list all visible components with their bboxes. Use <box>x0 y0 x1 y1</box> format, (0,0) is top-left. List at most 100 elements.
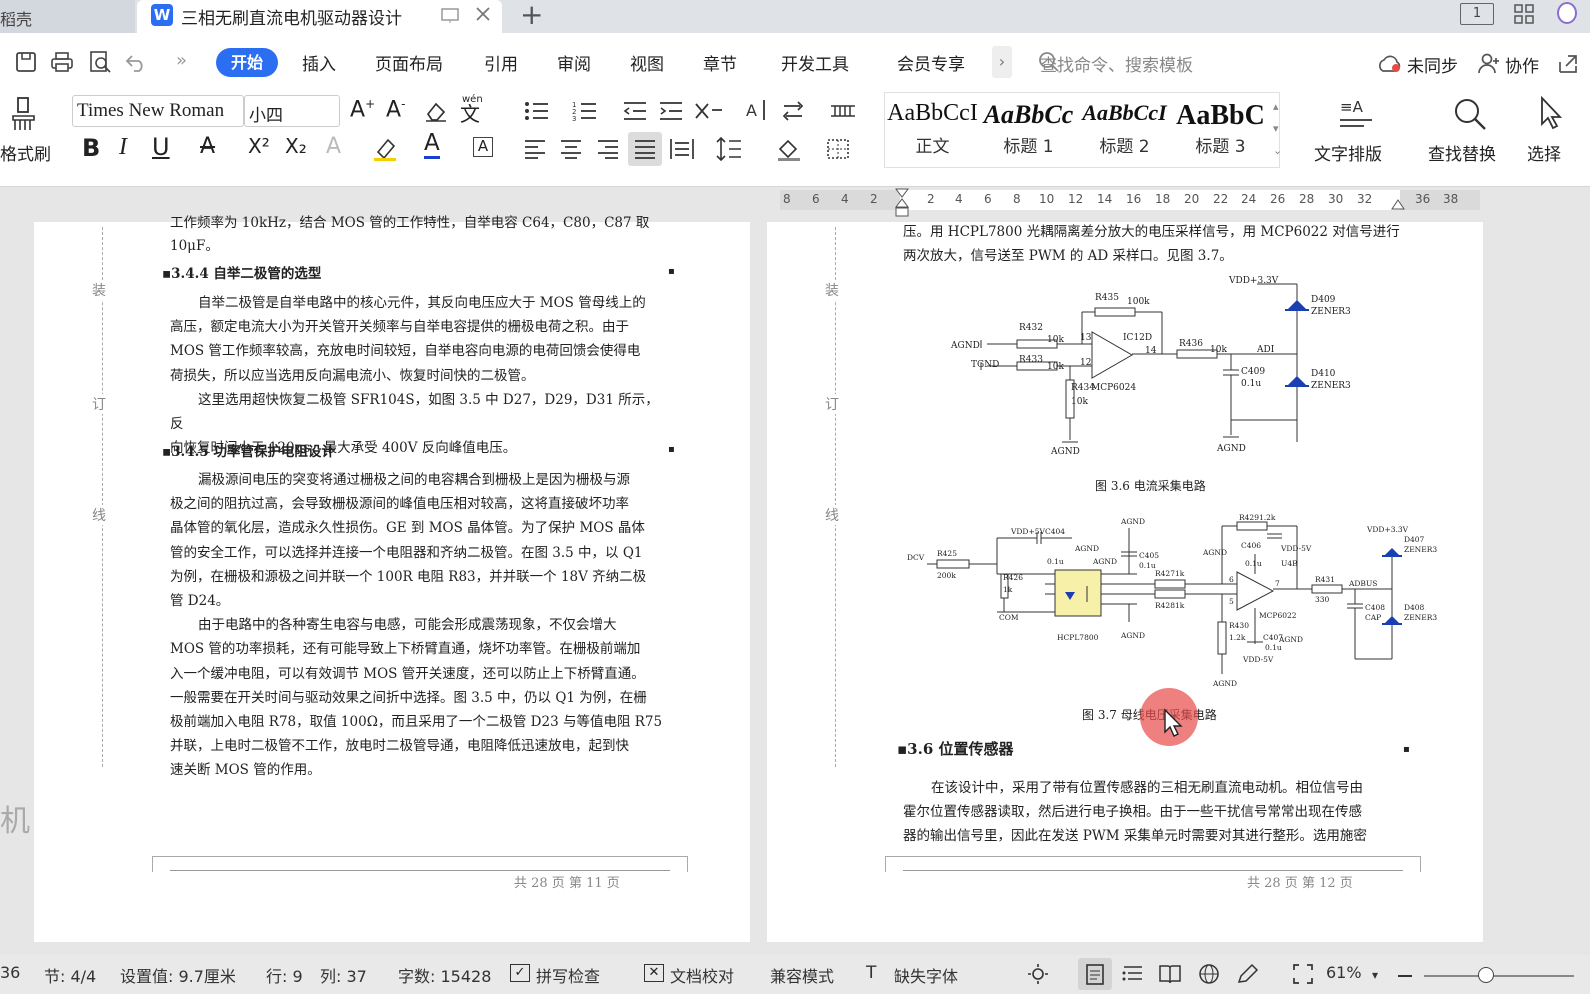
decrease-font-icon[interactable]: A- <box>386 97 405 122</box>
italic-button[interactable]: I <box>119 134 127 161</box>
chinese-layout-icon[interactable] <box>694 100 724 122</box>
bullet-list-icon[interactable] <box>524 100 550 122</box>
font-color-button[interactable]: A <box>424 130 440 159</box>
close-tab-icon[interactable] <box>475 6 491 22</box>
zoom-out-button[interactable] <box>1398 975 1412 977</box>
zoom-level[interactable]: 61% <box>1326 963 1362 982</box>
label-r425: R425 <box>937 549 957 558</box>
undo-icon[interactable] <box>124 52 148 72</box>
decrease-indent-icon[interactable] <box>622 100 648 122</box>
tab-document[interactable]: W 三相无刷直流电机驱动器设计 <box>137 0 502 34</box>
sync-status[interactable]: 未同步 <box>1407 52 1458 77</box>
distribute-icon[interactable] <box>669 137 695 161</box>
style-heading1[interactable]: AaBbCc 标题 1 <box>980 92 1077 166</box>
clear-format-icon[interactable] <box>424 100 448 122</box>
style-normal[interactable]: AaBbCcI 正文 <box>884 92 981 166</box>
collaborate-button[interactable]: 协作 <box>1505 52 1539 77</box>
label-agnd2: AGND <box>1050 447 1080 457</box>
style-gallery-scroll[interactable]: ▴ ▾ ⌄ <box>1273 96 1282 162</box>
window-layout-button[interactable]: 1 <box>1460 3 1494 25</box>
text-layout-button[interactable]: 文字排版 <box>1314 140 1382 165</box>
superscript-button[interactable]: X² <box>248 134 270 158</box>
tab-view[interactable]: 视图 <box>630 50 664 75</box>
label-agnd-top: AGND <box>1120 517 1145 526</box>
tab-page-layout[interactable]: 页面布局 <box>375 50 443 75</box>
underline-button[interactable]: U <box>152 133 170 161</box>
zener-d410-symbol <box>1287 376 1307 386</box>
cloud-sync-icon <box>1379 55 1401 72</box>
increase-indent-icon[interactable] <box>658 100 684 122</box>
spellcheck-button[interactable]: 拼写检查 <box>536 963 600 987</box>
tab-insert[interactable]: 插入 <box>302 50 336 75</box>
select-button[interactable]: 选择 <box>1527 140 1561 165</box>
missing-font-button[interactable]: 缺失字体 <box>894 963 958 987</box>
tabs-scroll-right[interactable]: › <box>992 46 1012 78</box>
more-quick-access-icon[interactable]: » <box>176 50 187 71</box>
style-heading2[interactable]: AaBbCcI 标题 2 <box>1076 92 1173 166</box>
numbered-list-icon[interactable]: 123 <box>572 100 598 122</box>
label-vdd33b: VDD+3.3V <box>1366 525 1409 534</box>
label-r426-value: 1k <box>1003 585 1013 594</box>
find-replace-button[interactable]: 查找替换 <box>1428 140 1496 165</box>
status-row: 行: 9 <box>266 967 303 986</box>
present-icon[interactable] <box>441 8 459 24</box>
eye-protect-icon[interactable] <box>1026 962 1050 986</box>
format-painter-button[interactable]: 格式刷 <box>0 140 51 165</box>
text-effect-icon[interactable]: A <box>326 134 341 159</box>
sort-icon[interactable]: A <box>744 98 768 122</box>
tab-chapter[interactable]: 章节 <box>703 50 737 75</box>
tab-home[interactable]: 稻壳 <box>0 0 135 33</box>
table-tools-icon[interactable] <box>830 102 856 120</box>
zoom-dropdown-icon[interactable]: ▾ <box>1372 968 1378 982</box>
web-view-icon[interactable] <box>1198 963 1220 985</box>
style-heading3[interactable]: AaBbC 标题 3 <box>1172 92 1269 166</box>
status-wordcount[interactable]: 字数: 15428 <box>398 963 491 987</box>
tab-references[interactable]: 引用 <box>484 50 518 75</box>
highlight-icon[interactable] <box>372 136 398 162</box>
share-icon[interactable] <box>1556 52 1580 74</box>
doccheck-button[interactable]: 文档校对 <box>670 963 734 987</box>
print-preview-icon[interactable] <box>88 50 112 74</box>
align-center-icon[interactable] <box>560 139 582 159</box>
align-left-icon[interactable] <box>524 139 546 159</box>
tab-review[interactable]: 审阅 <box>557 50 591 75</box>
font-size-select[interactable]: 小四 <box>244 95 340 127</box>
binding-char: 线 <box>825 505 839 525</box>
char-border-icon[interactable]: A <box>473 137 493 157</box>
bold-button[interactable]: B <box>82 134 100 162</box>
shading-icon[interactable] <box>776 137 802 161</box>
align-right-icon[interactable] <box>597 139 619 159</box>
increase-font-icon[interactable]: A+ <box>350 97 375 122</box>
save-icon[interactable] <box>14 50 38 74</box>
text-line: 10μF。 <box>170 238 219 254</box>
first-line-indent-marker[interactable] <box>895 188 909 218</box>
right-indent-marker[interactable] <box>1391 198 1405 210</box>
tab-member[interactable]: 会员专享 <box>897 50 965 75</box>
label-agnd-f: AGND <box>1092 557 1117 566</box>
grid-apps-icon[interactable] <box>1513 3 1535 25</box>
tab-developer[interactable]: 开发工具 <box>781 50 849 75</box>
fit-page-icon[interactable] <box>1292 963 1314 985</box>
new-tab-button[interactable]: + <box>520 0 543 31</box>
ruler-num: 32 <box>1357 192 1373 206</box>
tab-start[interactable]: 开始 <box>216 48 278 77</box>
strikethrough-button[interactable]: A <box>200 134 215 159</box>
phonetic-guide-icon[interactable]: wén 文 <box>460 94 483 127</box>
ruler-num: 22 <box>1213 192 1229 206</box>
zoom-slider-track[interactable] <box>1424 975 1574 977</box>
status-setting[interactable]: 设置值: 9.7厘米 <box>120 963 236 987</box>
font-family-select[interactable]: Times New Roman <box>72 95 244 127</box>
pen-icon[interactable] <box>1236 963 1260 985</box>
reading-view-icon[interactable] <box>1158 963 1182 985</box>
zoom-slider-handle[interactable] <box>1478 967 1494 983</box>
show-marks-icon[interactable] <box>780 100 806 122</box>
command-search-input[interactable]: 查找命令、搜索模板 <box>1040 51 1193 76</box>
format-painter-icon[interactable] <box>10 96 40 132</box>
ruler-num: 14 <box>1097 192 1113 206</box>
subscript-button[interactable]: X₂ <box>285 134 307 158</box>
line-spacing-icon[interactable] <box>716 136 742 162</box>
borders-icon[interactable] <box>826 138 850 160</box>
print-icon[interactable] <box>50 50 74 74</box>
outline-view-icon[interactable] <box>1122 963 1144 985</box>
user-avatar[interactable] <box>1557 2 1577 24</box>
